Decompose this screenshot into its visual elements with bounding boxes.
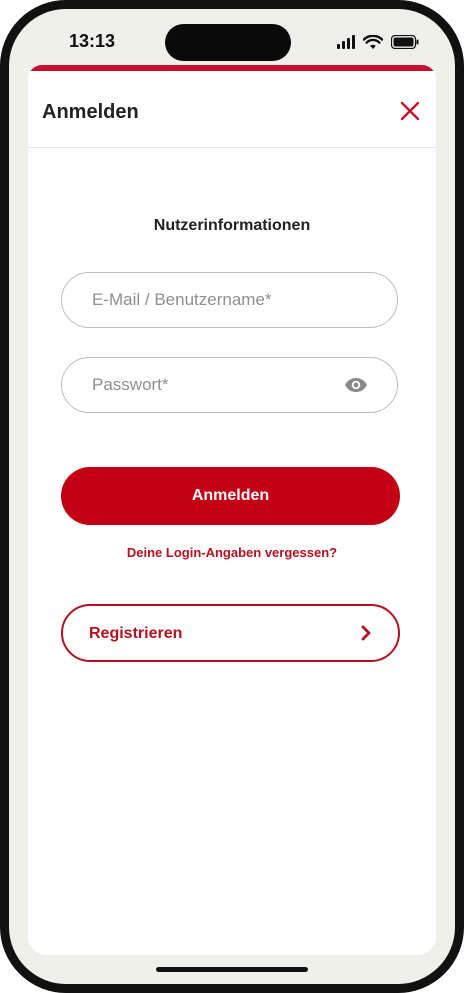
cellular-signal-icon	[337, 35, 355, 49]
status-icons	[337, 33, 419, 51]
phone-frame: 13:13 Anmelden Nutzerinformationen E-Mai…	[0, 0, 464, 993]
home-indicator[interactable]	[156, 967, 308, 972]
battery-icon	[391, 35, 419, 49]
register-label: Registrieren	[89, 625, 183, 642]
section-title: Nutzerinformationen	[153, 217, 311, 234]
status-time: 13:13	[69, 31, 116, 51]
chevron-right-icon	[361, 625, 371, 641]
wifi-icon	[363, 34, 383, 49]
toggle-password-visibility-button[interactable]	[343, 374, 369, 396]
register-button[interactable]: Registrieren	[61, 604, 400, 662]
login-button[interactable]: Anmelden	[61, 467, 400, 525]
password-input[interactable]	[92, 358, 342, 412]
close-button[interactable]	[394, 95, 426, 127]
email-input[interactable]	[92, 273, 342, 327]
email-field[interactable]	[61, 272, 398, 328]
close-icon	[400, 101, 420, 121]
password-field[interactable]	[61, 357, 398, 413]
eye-icon	[345, 378, 367, 392]
forgot-login-link[interactable]: Deine Login-Angaben vergessen?	[28, 545, 436, 560]
login-sheet: Anmelden Nutzerinformationen Anmelden	[28, 65, 436, 955]
sheet-header: Anmelden	[28, 71, 436, 148]
page-title: Anmelden	[42, 101, 139, 123]
dynamic-island	[165, 24, 291, 61]
